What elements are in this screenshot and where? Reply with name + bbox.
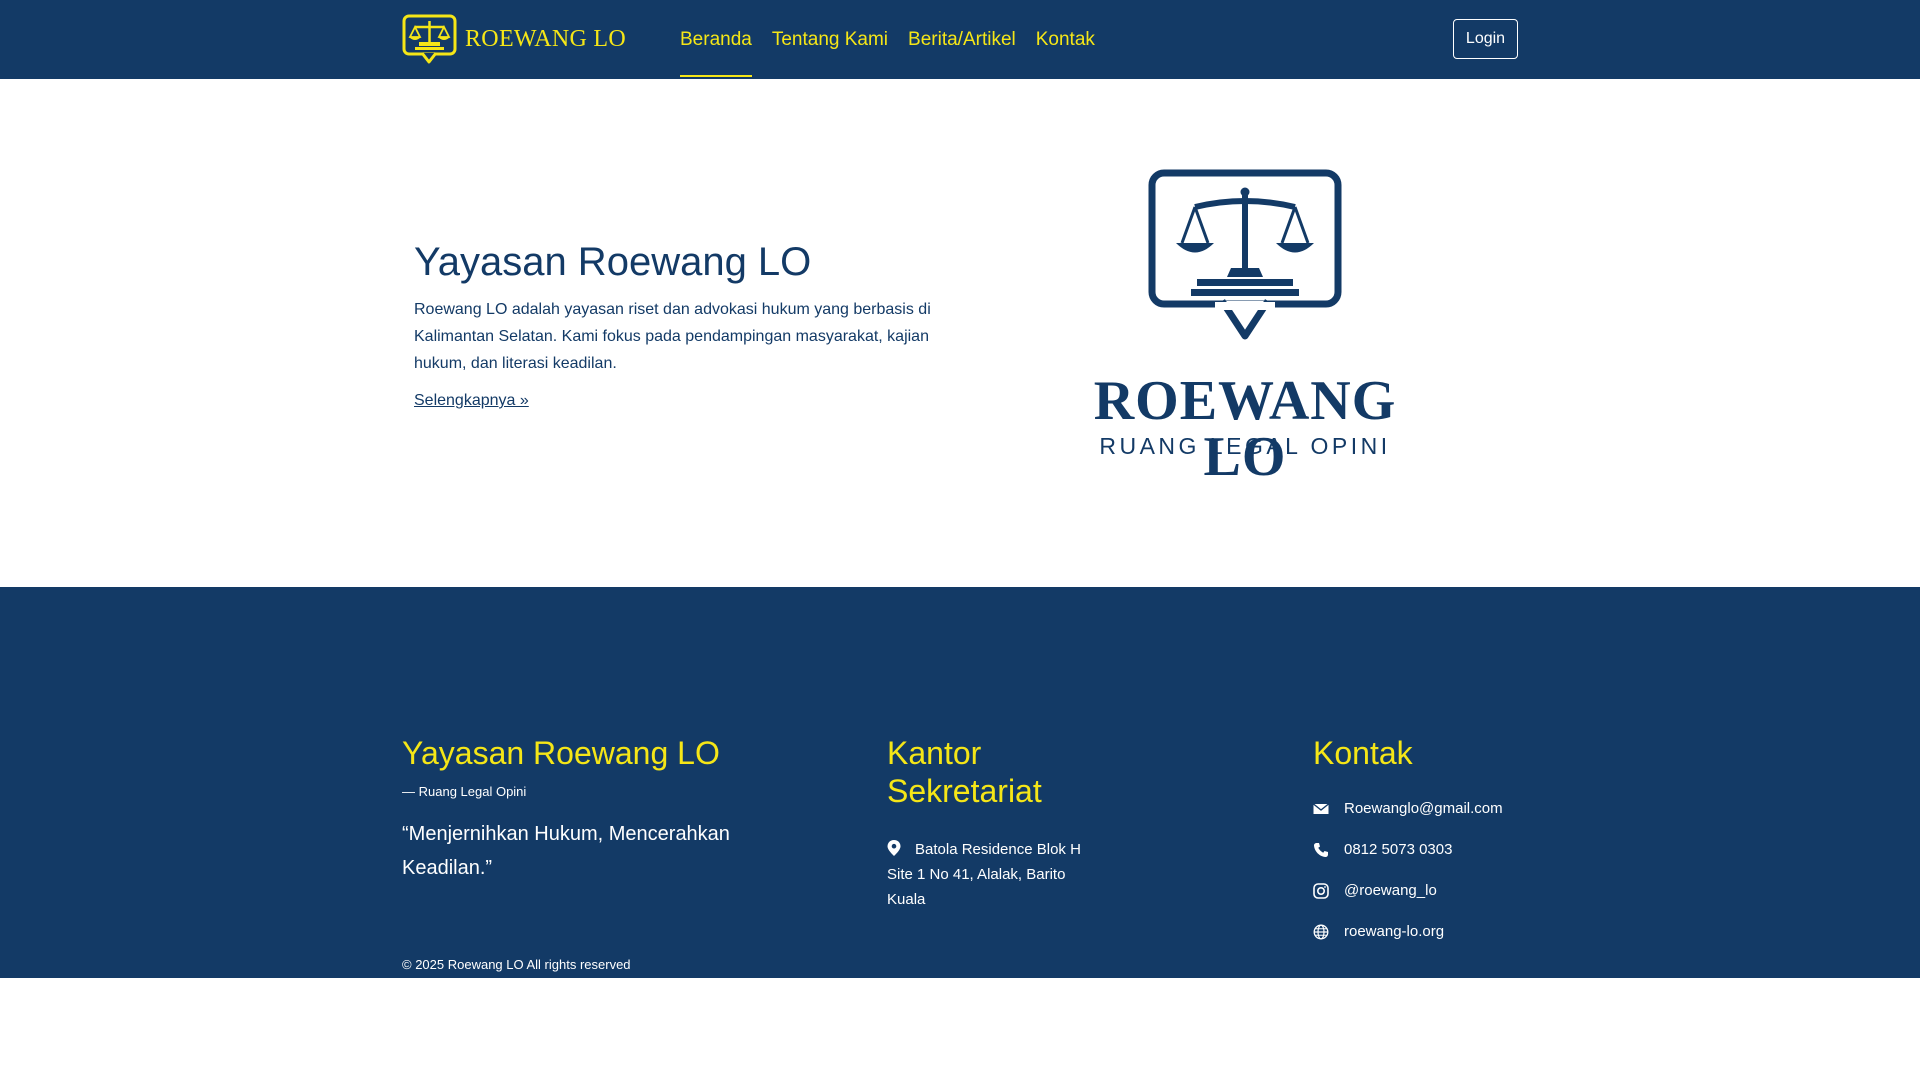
contact-instagram[interactable]: @roewang_lo	[1313, 870, 1573, 911]
hero-logo-subtitle: RUANG LEGAL OPINI	[1099, 433, 1391, 459]
office-address: Batola Residence Blok H Site 1 No 41, Al…	[887, 837, 1097, 912]
globe-icon	[1313, 924, 1329, 939]
nav-link-kontak[interactable]: Kontak	[1036, 0, 1095, 79]
contact-email-text: Roewanglo@gmail.com	[1344, 800, 1503, 817]
footer: Yayasan Roewang LO — Ruang Legal Opini “…	[0, 587, 1920, 978]
footer-office: Kantor Sekretariat Batola Residence Blok…	[887, 734, 1097, 912]
main-nav: Beranda Tentang Kami Berita/Artikel Kont…	[680, 0, 1115, 79]
phone-icon	[1314, 842, 1328, 857]
footer-tagline: — Ruang Legal Opini	[402, 784, 527, 799]
login-button[interactable]: Login	[1453, 19, 1518, 59]
navbar: ROEWANG LO Beranda Tentang Kami Berita/A…	[0, 0, 1920, 79]
instagram-icon	[1313, 882, 1329, 899]
hero-description: Roewang LO adalah yayasan riset dan advo…	[414, 301, 931, 372]
footer-office-heading: Kantor Sekretariat	[887, 735, 1042, 809]
contact-website-text: roewang-lo.org	[1344, 923, 1445, 940]
footer-about: Yayasan Roewang LO — Ruang Legal Opini “…	[402, 734, 802, 885]
footer-about-heading: Yayasan Roewang LO	[402, 735, 720, 771]
hero-title: Yayasan Roewang LO	[414, 240, 812, 284]
contact-instagram-text: @roewang_lo	[1344, 882, 1437, 899]
scales-speech-bubble-icon	[402, 14, 457, 64]
footer-contact: Kontak Roewanglo@gmail.com 0812 5073 030…	[1313, 734, 1573, 952]
map-pin-icon	[887, 840, 901, 856]
hero-logo-title: ROEWANG LO	[1093, 370, 1397, 488]
brand-name: ROEWANG LO	[465, 25, 626, 52]
email-icon	[1313, 802, 1329, 814]
nav-link-beranda[interactable]: Beranda	[680, 0, 752, 79]
contact-phone-text: 0812 5073 0303	[1344, 841, 1453, 858]
footer-quote: “Menjernihkan Hukum, Mencerahkan Keadila…	[402, 823, 730, 879]
office-address-text: Batola Residence Blok H Site 1 No 41, Al…	[887, 841, 1081, 908]
contact-list: Roewanglo@gmail.com 0812 5073 0303 @roew…	[1313, 788, 1573, 952]
footer-contact-heading: Kontak	[1313, 735, 1413, 771]
contact-phone[interactable]: 0812 5073 0303	[1313, 829, 1573, 870]
nav-link-tentang-kami[interactable]: Tentang Kami	[772, 0, 888, 79]
nav-link-berita-artikel[interactable]: Berita/Artikel	[908, 0, 1016, 79]
contact-email[interactable]: Roewanglo@gmail.com	[1313, 788, 1573, 829]
hero-text: Yayasan Roewang LO Roewang LO adalah yay…	[414, 236, 954, 410]
contact-website[interactable]: roewang-lo.org	[1313, 911, 1573, 952]
scales-speech-bubble-icon	[1148, 169, 1342, 340]
read-more-link[interactable]: Selengkapnya »	[414, 392, 529, 410]
copyright: © 2025 Roewang LO All rights reserved	[402, 957, 631, 972]
brand-link[interactable]: ROEWANG LO	[402, 14, 626, 64]
hero-logo: ROEWANG LO RUANG LEGAL OPINI	[1045, 165, 1445, 485]
